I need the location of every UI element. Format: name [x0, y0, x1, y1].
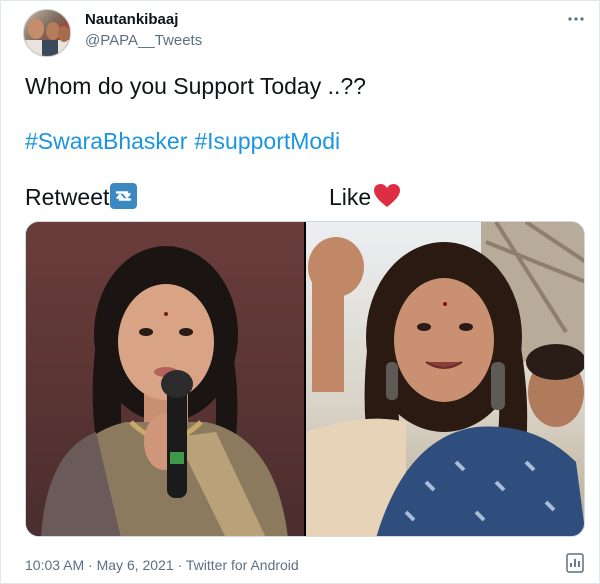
author-avatar[interactable] [23, 9, 71, 57]
tweet-card: Nautankibaaj @PAPA__Tweets Whom do you S… [0, 0, 600, 584]
like-caption: Like [329, 183, 401, 214]
meta-separator: · [88, 557, 93, 573]
tweet-metadata: 10:03 AM · May 6, 2021 · Twitter for And… [25, 557, 299, 573]
avatar-face [58, 26, 70, 42]
retweet-label: Retweet [25, 184, 110, 210]
retweet-caption: Retweet [25, 183, 138, 211]
tweet-text: Whom do you Support Today ..?? [25, 73, 366, 99]
woman-speaking-into-microphone-photo[interactable] [26, 222, 304, 536]
retweet-emoji-icon [110, 183, 138, 209]
author-name[interactable]: Nautankibaaj [85, 11, 178, 28]
avatar-figure [42, 40, 58, 56]
like-label: Like [329, 184, 372, 210]
tweet-time[interactable]: 10:03 AM [25, 557, 84, 573]
hashtag-link[interactable]: #SwaraBhasker [25, 128, 187, 154]
author-handle[interactable]: @PAPA__Tweets [85, 32, 202, 49]
tweet-date[interactable]: May 6, 2021 [97, 557, 174, 573]
more-dots-icon[interactable] [566, 9, 586, 29]
smiling-woman-in-blue-saree-photo[interactable] [306, 222, 584, 536]
meta-separator: · [177, 557, 183, 573]
red-heart-emoji-icon [373, 183, 401, 214]
hashtag-link[interactable]: #IsupportModi [194, 128, 340, 154]
hashtag-row: #SwaraBhasker #IsupportModi [25, 128, 340, 155]
media-grid [25, 221, 585, 537]
tweet-source[interactable]: Twitter for Android [186, 557, 299, 573]
avatar-face [28, 19, 44, 39]
analytics-icon[interactable] [564, 552, 586, 574]
